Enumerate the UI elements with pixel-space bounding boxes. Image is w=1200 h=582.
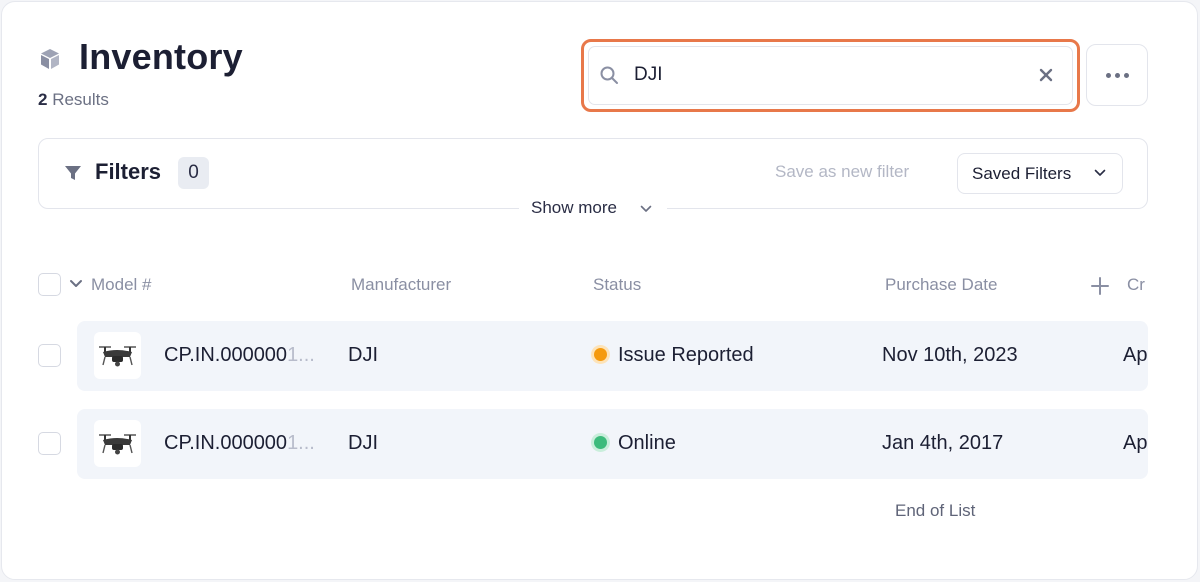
filters-count-badge: 0	[178, 157, 209, 189]
results-count: 2 Results	[38, 90, 109, 110]
column-header-created[interactable]: Cr	[1127, 275, 1148, 295]
saved-filters-dropdown[interactable]: Saved Filters	[957, 153, 1123, 194]
results-number: 2	[38, 90, 48, 109]
page-title: Inventory	[79, 36, 243, 77]
more-options-button[interactable]	[1086, 44, 1148, 106]
column-header-purchase-date[interactable]: Purchase Date	[885, 275, 997, 295]
search-input[interactable]	[634, 58, 1024, 92]
drone-icon	[99, 346, 136, 367]
status-cell: Online	[618, 432, 676, 454]
model-number: CP.IN.0000001...	[164, 344, 316, 367]
row-checkbox[interactable]	[38, 432, 61, 455]
model-number-text: CP.IN.000000	[164, 432, 288, 454]
status-dot-icon	[594, 348, 607, 361]
chevron-down-icon	[640, 205, 652, 212]
drone-thumbnail	[94, 332, 141, 379]
more-icon	[1114, 72, 1120, 78]
manufacturer-cell: DJI	[348, 432, 378, 454]
more-icon	[1105, 72, 1111, 78]
table-row[interactable]: CP.IN.0000001... DJI Issue Reported Nov …	[77, 321, 1148, 391]
status-cell: Issue Reported	[618, 344, 754, 366]
purchase-date-cell: Jan 4th, 2017	[882, 432, 1004, 454]
model-number-truncated: 1...	[287, 344, 315, 366]
chevron-down-icon	[1094, 169, 1106, 176]
manufacturer-cell: DJI	[348, 344, 378, 366]
column-header-status[interactable]: Status	[593, 275, 641, 295]
model-number-text: CP.IN.000000	[164, 344, 288, 366]
drone-icon	[99, 434, 136, 455]
end-of-list-label: End of List	[895, 501, 976, 520]
close-icon[interactable]	[1037, 66, 1055, 84]
column-header-model[interactable]: Model #	[91, 275, 151, 295]
drone-thumbnail	[94, 420, 141, 467]
cube-icon	[41, 49, 59, 69]
save-as-new-filter-button[interactable]: Save as new filter	[775, 162, 909, 182]
table-row[interactable]: CP.IN.0000001... DJI Online Jan 4th, 201…	[77, 409, 1148, 479]
search-icon	[600, 66, 618, 84]
model-number-truncated: 1...	[287, 432, 315, 454]
results-label: Results	[52, 90, 109, 109]
status-dot-icon	[594, 436, 607, 449]
saved-filters-label: Saved Filters	[972, 164, 1072, 183]
plus-icon[interactable]	[1090, 276, 1110, 296]
model-number: CP.IN.0000001...	[164, 432, 316, 455]
show-more-label: Show more	[531, 198, 617, 217]
chevron-down-icon[interactable]	[69, 279, 83, 289]
row-checkbox[interactable]	[38, 344, 61, 367]
filters-label: Filters	[95, 159, 162, 184]
show-more-button[interactable]: Show more	[519, 195, 667, 221]
filter-icon	[65, 166, 81, 180]
more-icon	[1123, 72, 1129, 78]
select-all-checkbox[interactable]	[38, 273, 61, 296]
column-header-manufacturer[interactable]: Manufacturer	[351, 275, 451, 295]
purchase-date-cell: Nov 10th, 2023	[882, 344, 1018, 366]
created-cell: Ap	[1123, 432, 1148, 454]
created-cell: Ap	[1123, 344, 1148, 366]
